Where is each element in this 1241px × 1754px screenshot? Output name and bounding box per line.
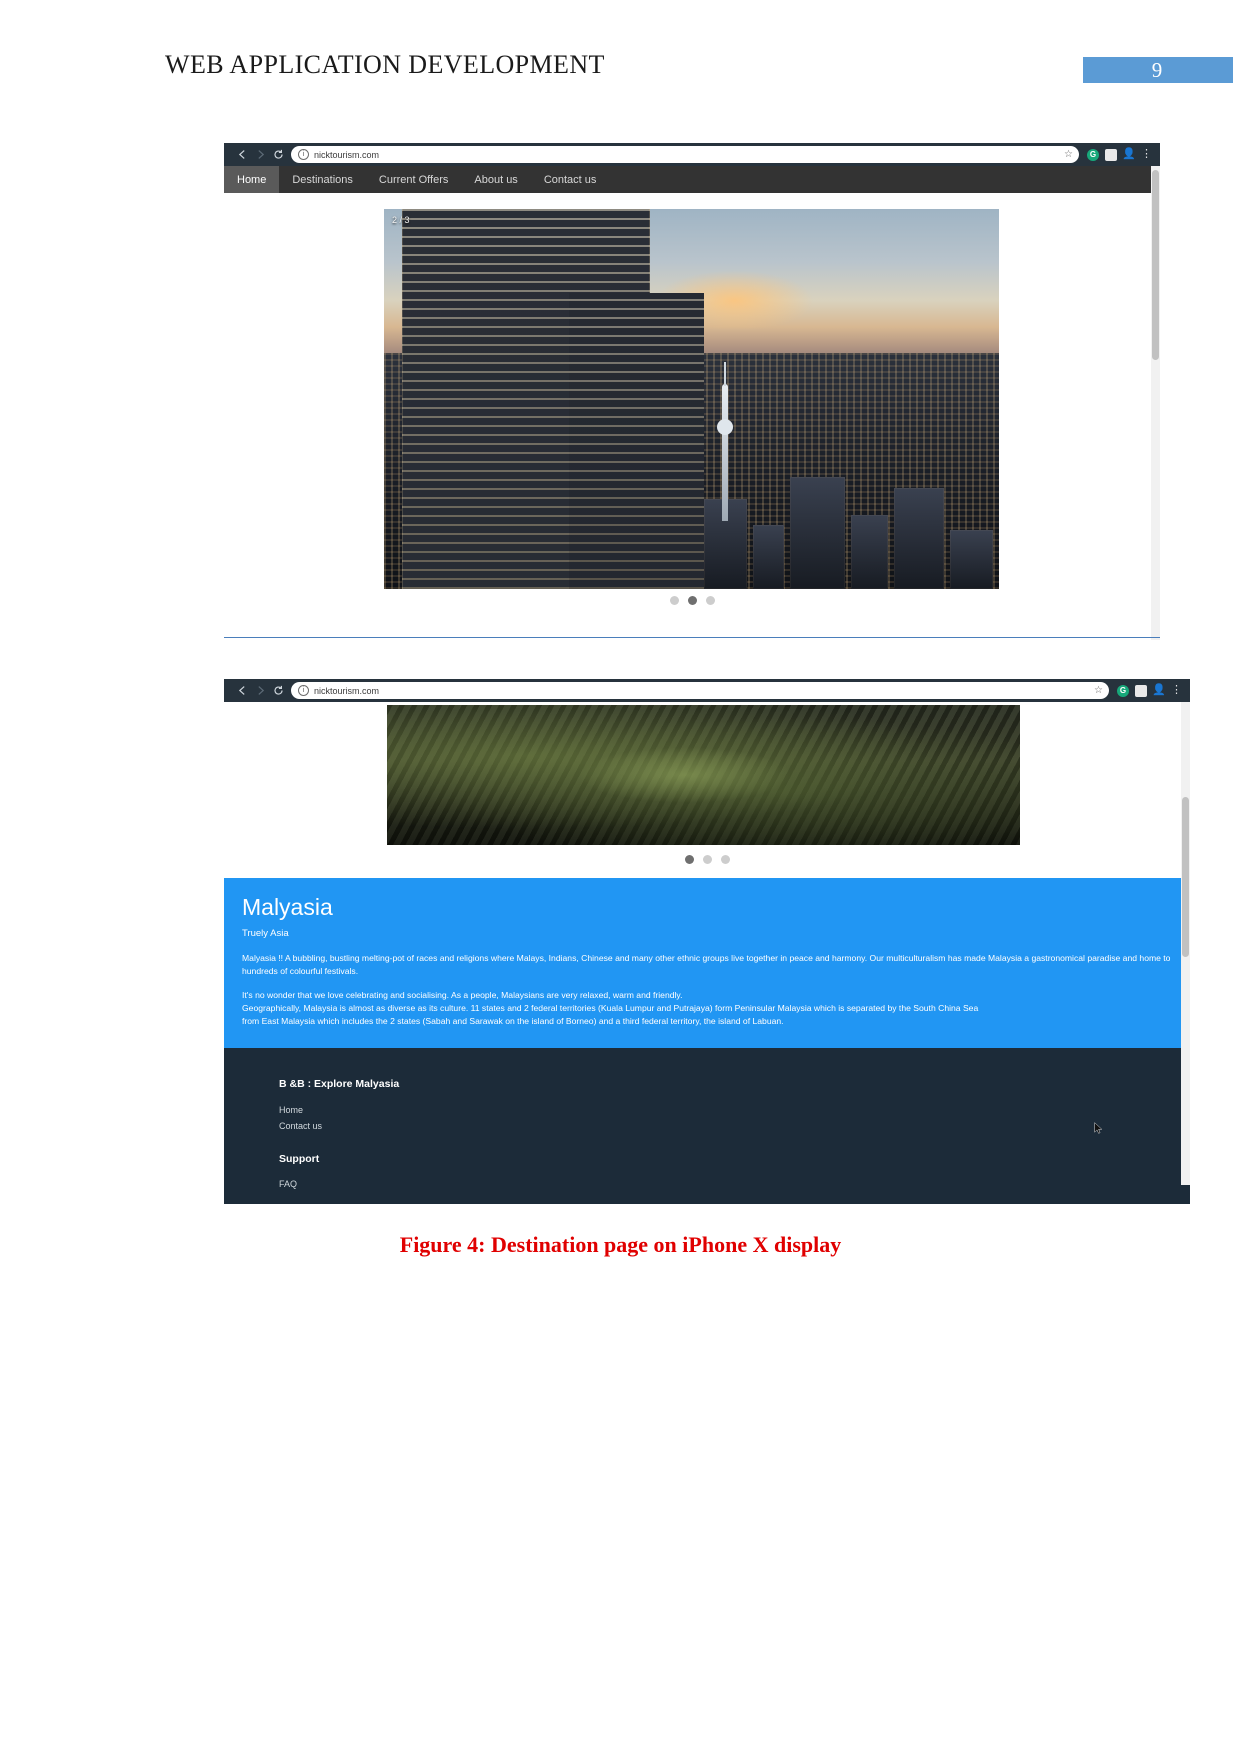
nav-item-about-us[interactable]: About us [461, 166, 530, 193]
carousel-image-kuala-lumpur: 2 / 3 [384, 209, 999, 589]
footer-support-heading: Support [279, 1153, 320, 1165]
footer-link-contact-us[interactable]: Contact us [279, 1121, 1190, 1137]
footer-link-home[interactable]: Home [279, 1105, 1190, 1121]
browser-two-nav-buttons [228, 685, 291, 696]
destination-title: Malyasia [242, 894, 333, 920]
nav-item-home[interactable]: Home [224, 166, 280, 193]
extension-box-icon[interactable] [1105, 148, 1117, 161]
nav-item-destinations[interactable]: Destinations [279, 166, 366, 193]
destination-paragraph-2-line-2: Geographically, Malaysia is almost as di… [242, 1002, 979, 1013]
browser-window-one: i nicktourism.com ☆ G 👤 ⋮ Home Destinati… [224, 143, 1160, 640]
destination-paragraph-1: Malyasia !! A bubbling, bustling melting… [242, 953, 1171, 976]
browser-two-scrollbar[interactable] [1181, 702, 1190, 1185]
section-divider [224, 637, 1160, 638]
grammarly-icon[interactable]: G [1087, 148, 1099, 161]
carousel-dots-one [224, 593, 1160, 607]
three-dot-menu-icon[interactable]: ⋮ [1141, 149, 1152, 160]
browser-one-extension-icons: G 👤 ⋮ [1079, 148, 1156, 161]
destination-paragraph-2-line-3: from East Malaysia which includes the 2 … [242, 1015, 784, 1026]
carousel-dot-2[interactable] [702, 854, 712, 864]
profile-icon[interactable]: 👤 [1152, 685, 1166, 697]
destination-subtitle: Truely Asia [242, 928, 289, 939]
carousel-dots-two [224, 852, 1190, 866]
carousel-dot-3[interactable] [705, 595, 715, 605]
back-arrow-icon[interactable] [237, 685, 248, 696]
site-info-icon[interactable]: i [298, 685, 309, 696]
browser-two-url: nicktourism.com [314, 685, 380, 696]
slide-counter: 2 / 3 [392, 215, 410, 225]
browser-one-url: nicktourism.com [314, 149, 380, 160]
hero-carousel-one: 2 / 3 [224, 193, 1160, 613]
site-navigation-one: Home Destinations Current Offers About u… [224, 166, 1160, 193]
nav-item-contact-us[interactable]: Contact us [531, 166, 610, 193]
browser-two-address-bar[interactable]: i nicktourism.com ☆ [291, 682, 1109, 699]
carousel-dot-3[interactable] [720, 854, 730, 864]
kl-tower-spire [717, 361, 734, 521]
browser-two-extension-icons: G 👤 ⋮ [1109, 684, 1186, 697]
browser-two-toolbar: i nicktourism.com ☆ G 👤 ⋮ [224, 679, 1190, 702]
browser-one-nav-buttons [228, 149, 291, 160]
extension-box-icon[interactable] [1135, 684, 1147, 697]
carousel-image-jungle [387, 705, 1020, 845]
three-dot-menu-icon[interactable]: ⋮ [1171, 685, 1182, 696]
petronas-tower-far [568, 292, 704, 589]
browser-one-scroll-thumb[interactable] [1152, 170, 1159, 360]
star-icon[interactable]: ☆ [1064, 149, 1073, 160]
page-number-badge: 9 [1083, 57, 1233, 83]
browser-one-toolbar: i nicktourism.com ☆ G 👤 ⋮ [224, 143, 1160, 166]
nav-item-current-offers[interactable]: Current Offers [366, 166, 462, 193]
footer-heading: B &B : Explore Malyasia [279, 1078, 400, 1090]
destination-info-panel: Malyasia Truely Asia Malyasia !! A bubbl… [224, 878, 1190, 1048]
site-info-icon[interactable]: i [298, 149, 309, 160]
carousel-dot-1[interactable] [669, 595, 679, 605]
footer-link-faq[interactable]: FAQ [279, 1179, 1190, 1195]
carousel-dot-1[interactable] [684, 854, 694, 864]
figure-caption: Figure 4: Destination page on iPhone X d… [399, 1232, 842, 1257]
document-header: WEB APPLICATION DEVELOPMENT 9 [0, 0, 1241, 110]
reload-icon[interactable] [273, 685, 284, 696]
star-icon[interactable]: ☆ [1094, 685, 1103, 696]
back-arrow-icon[interactable] [237, 149, 248, 160]
profile-icon[interactable]: 👤 [1122, 149, 1136, 161]
site-footer: B &B : Explore Malyasia Home Contact us … [224, 1048, 1190, 1204]
browser-one-address-bar[interactable]: i nicktourism.com ☆ [291, 146, 1079, 163]
destination-paragraph-2-line-1: It's no wonder that we love celebrating … [242, 989, 683, 1000]
browser-one-scrollbar[interactable] [1151, 166, 1160, 640]
jungle-highlight [576, 747, 793, 803]
hero-carousel-two [224, 702, 1190, 878]
forward-arrow-icon [255, 685, 266, 696]
grammarly-icon[interactable]: G [1117, 684, 1129, 697]
carousel-dot-2[interactable] [687, 595, 697, 605]
reload-icon[interactable] [273, 149, 284, 160]
browser-window-two: i nicktourism.com ☆ G 👤 ⋮ Malyasia Truel… [224, 679, 1190, 1204]
page-title: WEB APPLICATION DEVELOPMENT [165, 50, 605, 79]
browser-two-scroll-thumb[interactable] [1182, 797, 1189, 957]
forward-arrow-icon [255, 149, 266, 160]
